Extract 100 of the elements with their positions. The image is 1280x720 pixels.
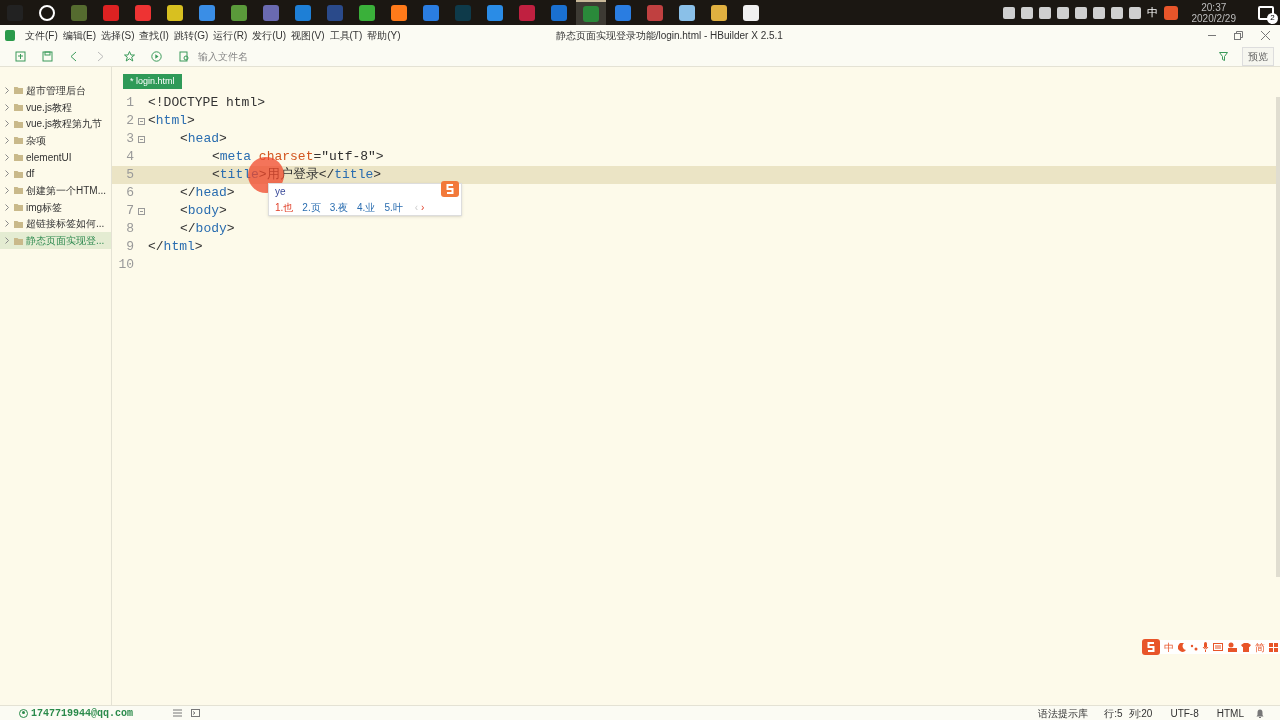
menu-item[interactable]: 查找(I) <box>139 28 169 43</box>
code-token: </ <box>148 238 164 257</box>
ime-next-page[interactable]: › <box>421 200 425 215</box>
clock-time: 20:37 <box>1201 1 1227 13</box>
syntax-hints-label[interactable]: 语法提示库 <box>1038 705 1089 720</box>
shirt-icon[interactable] <box>1241 642 1251 652</box>
close-icon[interactable] <box>1261 31 1270 40</box>
back-icon[interactable] <box>70 50 77 62</box>
sogou-logo-icon[interactable] <box>1142 639 1160 655</box>
fold-icon[interactable] <box>137 135 145 143</box>
menu-item[interactable]: 运行(R) <box>213 28 248 43</box>
run-icon[interactable] <box>151 50 162 62</box>
chevron-icon <box>5 153 9 161</box>
project-item[interactable]: df <box>0 165 111 183</box>
line-number: 10 <box>117 256 134 275</box>
menu-item[interactable]: 编辑(E) <box>62 28 97 43</box>
code-token: body <box>195 220 227 239</box>
star-icon[interactable] <box>124 50 135 62</box>
project-item[interactable]: 静态页面实现登... <box>0 232 111 249</box>
code-token: = <box>313 148 322 167</box>
file-tab[interactable]: * login.html <box>123 74 182 89</box>
terminal-icon[interactable] <box>191 709 201 717</box>
cursor-row-text: 行:5 <box>1104 706 1123 720</box>
account-email[interactable]: 1747719944@qq.com <box>31 705 134 720</box>
save-icon[interactable] <box>42 50 53 62</box>
tray-icon[interactable] <box>1128 6 1141 19</box>
project-item[interactable]: 创建第一个HTM... <box>0 182 111 199</box>
language-label[interactable]: HTML <box>1216 705 1244 720</box>
code-token: < <box>148 112 156 131</box>
sogou-tray-icon[interactable] <box>1163 5 1178 20</box>
fold-icon[interactable] <box>137 117 145 125</box>
menu-item[interactable]: 帮助(Y) <box>367 28 401 43</box>
menu-item[interactable]: 视图(V) <box>291 28 325 43</box>
tray-icon[interactable] <box>1110 6 1123 19</box>
preview-button[interactable]: 预览 <box>1242 46 1274 66</box>
tray-icon[interactable] <box>1020 6 1033 19</box>
line-number: 6 <box>125 184 134 203</box>
project-item[interactable]: vue.js教程第九节 <box>0 115 111 133</box>
grid-icon[interactable] <box>1269 642 1278 652</box>
line-number: 3 <box>125 130 134 149</box>
moon-icon[interactable] <box>1178 642 1186 652</box>
project-item[interactable]: img标签 <box>0 198 111 216</box>
ime-candidate[interactable]: 2.页 <box>302 200 321 215</box>
code-token: < <box>180 202 188 221</box>
taskbar-app-icon[interactable] <box>576 0 606 25</box>
menu-item[interactable]: 工具(T) <box>329 28 363 43</box>
account-icon[interactable] <box>19 708 28 718</box>
project-item[interactable]: 超链接标签如何... <box>0 215 111 233</box>
chevron-icon <box>5 203 9 211</box>
fold-icon[interactable] <box>137 207 145 215</box>
tray-icon[interactable] <box>1092 6 1105 19</box>
menu-item[interactable]: 发行(U) <box>252 28 287 43</box>
filter-icon[interactable] <box>1219 51 1228 61</box>
notification-count: 2 <box>1267 12 1278 24</box>
ime-candidate[interactable]: 5.叶 <box>384 200 403 215</box>
menu-item[interactable]: 跳转(G) <box>173 28 209 43</box>
tray-icon[interactable] <box>1074 6 1087 19</box>
code-token: > <box>226 184 235 203</box>
code-token: < <box>212 148 220 167</box>
file-name-input[interactable]: 输入文件名 <box>198 48 498 64</box>
encoding-label[interactable]: UTF-8 <box>1170 705 1199 720</box>
tray-icon[interactable] <box>1056 6 1069 19</box>
code-token: meta <box>219 148 253 167</box>
code-token: "utf-8" <box>321 148 376 167</box>
code-token: </ <box>180 184 196 203</box>
code-token: > <box>219 130 227 149</box>
new-file-icon[interactable] <box>15 50 26 62</box>
ime-candidate[interactable]: 1.也 <box>275 200 294 215</box>
bell-icon[interactable] <box>1256 708 1264 718</box>
line-number: 5 <box>125 166 134 185</box>
file-search-icon[interactable] <box>179 50 190 62</box>
punctuation-icon[interactable] <box>1190 642 1198 652</box>
tray-icon[interactable] <box>1002 6 1015 19</box>
app-logo-icon <box>5 30 15 41</box>
chevron-icon <box>5 237 9 245</box>
code-token: </ <box>180 220 196 239</box>
code-token: </ <box>318 166 335 185</box>
menu-item[interactable]: 选择(S) <box>101 28 135 43</box>
code-token: > <box>194 238 203 257</box>
project-item[interactable]: 杂项 <box>0 132 111 149</box>
ime-candidate[interactable]: 3.夜 <box>329 200 349 215</box>
tray-icon[interactable] <box>1038 6 1051 19</box>
keyboard-icon[interactable] <box>1213 643 1223 651</box>
project-label: 杂项 <box>26 133 46 148</box>
menu-item[interactable]: 文件(F) <box>25 28 58 43</box>
ime-indicator[interactable]: 中 <box>1146 4 1158 21</box>
ime-mode[interactable]: 中 <box>1164 639 1174 655</box>
minimize-icon[interactable] <box>1208 34 1216 37</box>
ime-candidate[interactable]: 4.业 <box>357 200 376 215</box>
project-item[interactable]: vue.js教程 <box>0 98 111 116</box>
code-token: html <box>155 112 188 131</box>
ime-script[interactable]: 简 <box>1255 639 1265 655</box>
project-item[interactable]: elementUI <box>0 148 111 166</box>
microphone-icon[interactable] <box>1202 642 1209 652</box>
code-token: html <box>163 238 195 257</box>
restore-icon[interactable] <box>1234 31 1243 40</box>
user-icon[interactable] <box>1227 642 1237 652</box>
line-number: 9 <box>125 238 134 257</box>
project-item[interactable]: 超市管理后台 <box>0 82 111 99</box>
line-number: 2 <box>125 112 134 131</box>
